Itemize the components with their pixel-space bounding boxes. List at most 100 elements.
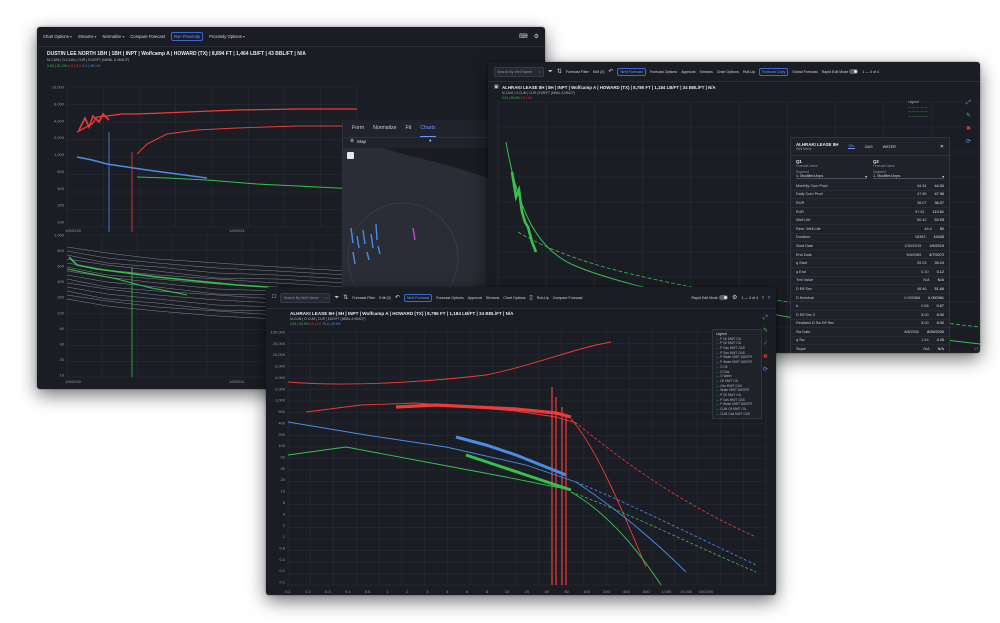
q2-value[interactable]: 19435 <box>933 235 944 239</box>
edit-icon[interactable]: ✎ <box>966 113 971 119</box>
q2-value[interactable]: 47.96 <box>934 192 944 196</box>
toggle-switch[interactable] <box>849 69 859 74</box>
q2-value[interactable]: 4.26 <box>937 338 944 342</box>
q1-value[interactable]: 0.10 <box>921 270 928 274</box>
delete-icon[interactable]: ✖ <box>966 126 971 132</box>
q2-value[interactable]: N/A <box>938 347 944 351</box>
filter-icon[interactable]: ⏷ <box>548 69 553 75</box>
filter-icon[interactable]: ⏷ <box>334 295 339 301</box>
log-forecast-chart[interactable]: 100,000 20,000 10,000 6,000 4,000 2,000 1,000 6… <box>266 327 776 595</box>
map-tool-icon[interactable] <box>347 152 354 159</box>
undo-icon[interactable]: ↶ <box>608 69 613 75</box>
next-forecast-button[interactable]: Next Forecast <box>617 67 646 76</box>
map-selector[interactable]: ⚙ Map ▾ <box>350 138 431 144</box>
q1-value[interactable]: 39.23 <box>917 261 927 265</box>
normalize-menu[interactable]: Normalize ▾ <box>102 34 124 39</box>
fit-icon[interactable]: ⟳ <box>966 139 971 145</box>
q2-value[interactable]: 51.66 <box>934 287 944 291</box>
q2-value[interactable]: 5/7/2072 <box>929 253 944 257</box>
compare-forecast-button[interactable]: Compare Forecast <box>553 296 583 300</box>
tab-normalize[interactable]: Normalize <box>373 125 396 137</box>
q1-value[interactable]: 5/6/2069 <box>906 253 921 257</box>
q2-value[interactable]: 0.67 <box>937 304 944 308</box>
map-canvas[interactable] <box>343 148 488 314</box>
edit-menu[interactable]: Edit (3) <box>379 296 391 300</box>
q2-value[interactable]: 50 <box>940 227 944 231</box>
q1-value[interactable]: 18383 <box>915 235 926 239</box>
rapid-edit-toggle[interactable]: Rapid Edit Mode <box>822 69 859 74</box>
user-settings-icon[interactable]: ⚙ <box>534 34 539 40</box>
run-proximity-button[interactable]: Run Proximity <box>171 32 204 41</box>
close-icon[interactable]: ✕ <box>940 144 944 150</box>
approval-menu[interactable]: Approval <box>468 296 482 300</box>
q1-value[interactable]: 48.46 <box>917 287 927 291</box>
global-forecast-button[interactable]: Global Forecast <box>792 70 817 74</box>
keyboard-icon[interactable]: ⌨ <box>519 34 528 40</box>
streams-menu[interactable]: Streams <box>486 296 499 300</box>
q1-value[interactable]: 1.44 <box>921 338 928 342</box>
q2-value[interactable]: 0.000061 <box>928 296 944 300</box>
next-page-icon[interactable]: › <box>768 295 770 301</box>
proximity-options-menu[interactable]: Proximity Options ▾ <box>209 34 245 39</box>
q2-value[interactable]: 8/26/2030 <box>927 330 944 334</box>
edit-menu[interactable]: Edit (3) <box>593 70 605 74</box>
q2-value[interactable]: 36.07 <box>934 201 944 205</box>
q1-value[interactable]: N/A <box>923 278 929 282</box>
forecast-copy-button[interactable]: Forecast Copy <box>758 67 789 76</box>
forecast-options-menu[interactable]: Forecast Options <box>436 296 463 300</box>
tab-charts[interactable]: Charts <box>420 125 436 137</box>
q1-value[interactable]: 1/30/2019 <box>904 244 921 248</box>
expand-icon[interactable]: ⤢ <box>763 315 768 321</box>
q2-segment-select[interactable]: 1. Modified Arps ▾ <box>873 174 944 179</box>
q2-value[interactable]: 44.34 <box>934 184 944 188</box>
forecast-options-menu[interactable]: Forecast Options <box>650 70 677 74</box>
q2-value[interactable]: 8.00 <box>937 321 944 325</box>
q2-value[interactable]: 53.93 <box>934 218 944 222</box>
q1-value[interactable]: 8.00 <box>921 321 928 325</box>
q1-value[interactable]: 8/8/2030 <box>904 330 919 334</box>
q1-value[interactable]: 0.66 <box>921 304 928 308</box>
sort-icon[interactable]: ⇅ <box>557 69 562 75</box>
q1-value[interactable]: N/A <box>923 347 929 351</box>
q2-value[interactable]: 39.24 <box>934 261 944 265</box>
page-icon[interactable]: ▯ <box>529 295 532 301</box>
forecast-filter-menu[interactable]: Forecast Filter <box>352 296 375 300</box>
tab-form[interactable]: Form <box>352 125 364 137</box>
streams-menu[interactable]: Streams <box>699 70 712 74</box>
tab-oil[interactable]: OIL <box>848 144 855 149</box>
streams-menu[interactable]: Streams ▾ <box>78 34 97 39</box>
q2-value[interactable]: 119.61 <box>933 210 944 214</box>
q1-value[interactable]: 50.42 <box>917 218 927 222</box>
sort-icon[interactable]: ⇅ <box>343 295 348 301</box>
undo-icon[interactable]: ↶ <box>395 295 400 301</box>
chart-options-menu[interactable]: Chart Options <box>503 296 525 300</box>
chart-options-menu[interactable]: Chart Options <box>717 70 739 74</box>
q1-value[interactable]: 46.4 <box>924 227 931 231</box>
next-forecast-button[interactable]: Next Forecast <box>403 293 433 302</box>
q2-value[interactable]: N/A <box>938 278 944 282</box>
select-checkbox-icon[interactable]: ▣ <box>494 85 499 90</box>
q2-value[interactable]: 8.00 <box>937 313 944 317</box>
compare-forecast-button[interactable]: Compare Forecast <box>130 34 165 39</box>
q1-segment-select[interactable]: 1. Modified Arps ▾ <box>796 174 867 179</box>
search-input[interactable]: Search By Well Name ⌕ <box>494 66 544 77</box>
q2-value[interactable]: 1/9/2019 <box>929 244 944 248</box>
q1-value[interactable]: 8.00 <box>921 313 928 317</box>
approval-menu[interactable]: Approval <box>681 70 695 74</box>
legend-item[interactable]: — CUM Gas MWT GAS <box>716 412 758 417</box>
top-production-chart[interactable]: 10,000 6,000 4,000 2,000 1,000 600 400 200 100 1… <box>37 72 358 233</box>
expand-icon[interactable]: ⤢ <box>966 100 971 106</box>
q1-value[interactable]: 0.000366 <box>904 296 920 300</box>
roll-up-menu[interactable]: Roll-Up <box>537 296 549 300</box>
forecast-filter-menu[interactable]: Forecast Filter <box>566 70 589 74</box>
rapid-edit-toggle[interactable]: Rapid Edit Mode <box>691 295 729 300</box>
tab-water[interactable]: WATER <box>883 145 896 149</box>
q1-value[interactable]: 47.96 <box>917 192 927 196</box>
chart-options-menu[interactable]: Chart Options ▾ <box>43 34 72 39</box>
tab-fit[interactable]: Fit <box>405 125 411 137</box>
user-settings-icon[interactable]: ⚙ <box>732 295 737 301</box>
q1-value[interactable]: 36.07 <box>917 201 927 205</box>
q2-value[interactable]: 0.12 <box>937 270 944 274</box>
select-checkbox-icon[interactable]: ☐ <box>272 295 276 300</box>
search-input[interactable]: Search By Well Name ⌕ <box>280 292 331 303</box>
